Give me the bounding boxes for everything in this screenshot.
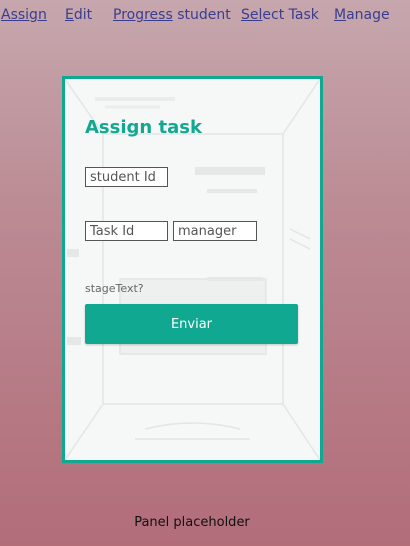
nav-link-select-task[interactable]: Select Task bbox=[241, 7, 319, 23]
assign-task-panel: Assign task stageText? Enviar bbox=[62, 76, 323, 463]
manager-input[interactable] bbox=[173, 221, 257, 241]
nav-link-manage[interactable]: Manage bbox=[334, 7, 390, 23]
nav-link-progress-rest: student bbox=[172, 7, 231, 23]
submit-button[interactable]: Enviar bbox=[85, 304, 298, 344]
nav-link-manage-rest: anage bbox=[346, 7, 390, 23]
nav-link-manage-underlined: M bbox=[334, 7, 347, 23]
student-id-input[interactable] bbox=[85, 167, 168, 187]
stage-text: stageText? bbox=[85, 282, 144, 295]
nav-link-edit-underlined: E bbox=[65, 7, 74, 23]
task-id-input[interactable] bbox=[85, 221, 168, 241]
nav-link-select-underlined: Sel bbox=[241, 7, 263, 23]
nav-link-assign[interactable]: Assign bbox=[1, 7, 47, 23]
nav-link-assign-underlined: Assign bbox=[1, 7, 47, 23]
nav-link-edit-rest: dit bbox=[73, 7, 93, 23]
panel-placeholder-text: Panel placeholder bbox=[134, 515, 250, 530]
nav-link-progress-student[interactable]: Progress student bbox=[113, 7, 231, 23]
nav-link-edit[interactable]: Edit bbox=[65, 7, 92, 23]
page-title: Assign task bbox=[85, 117, 202, 138]
nav-link-select-rest: ect Task bbox=[262, 7, 319, 23]
nav-link-progress-underlined: Progress bbox=[113, 7, 173, 23]
top-nav: Assign Edit Progress student Select Task… bbox=[0, 7, 410, 27]
